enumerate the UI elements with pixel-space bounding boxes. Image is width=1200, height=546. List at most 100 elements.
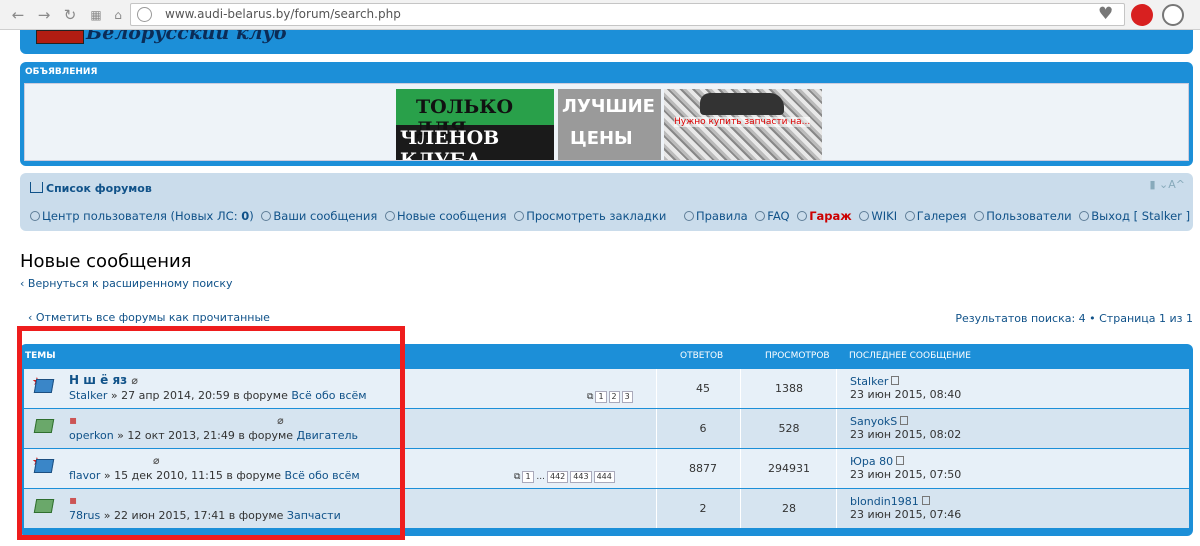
replies-count: 6 xyxy=(699,422,707,435)
bookmark-heart-icon[interactable]: ♥ xyxy=(1098,4,1113,24)
last-post-date: 23 июн 2015, 07:46 xyxy=(850,508,962,521)
view-latest-post-icon[interactable] xyxy=(896,456,905,465)
last-post-author[interactable]: blondin1981 xyxy=(850,495,919,508)
faq-label: FAQ xyxy=(767,209,790,223)
banner-text: ЛУЧШИЕ xyxy=(562,96,655,117)
last-post-author[interactable]: Stalker xyxy=(850,375,888,388)
members-only-banner[interactable]: ТОЛЬКО ДЛЯ ЧЛЕНОВ КЛУБА xyxy=(396,89,554,160)
wrench-icon xyxy=(797,211,808,221)
faq-link[interactable]: FAQ xyxy=(755,209,790,223)
last-post: SanyokS 23 июн 2015, 08:02 xyxy=(850,415,961,441)
club-title: Белорусский клуб xyxy=(86,30,288,44)
extension-icon[interactable] xyxy=(1162,4,1184,26)
banner-text: ЧЛЕНОВ КЛУБА xyxy=(400,127,500,160)
power-icon xyxy=(1079,211,1090,221)
pages-ellipsis: ... xyxy=(536,472,545,482)
breadcrumb[interactable]: Список форумов xyxy=(30,181,152,195)
logout-link[interactable]: Выход [ Stalker ] xyxy=(1079,209,1190,223)
your-posts-link[interactable]: Ваши сообщения xyxy=(261,209,377,223)
banner-text: Нужно купить запчасти на... xyxy=(674,117,811,127)
rules-link[interactable]: Правила xyxy=(683,209,748,223)
browser-toolbar: ← → ↻ ▦ ⌂ www.audi-belarus.by/forum/sear… xyxy=(0,0,1200,30)
page-link[interactable]: 1 xyxy=(595,391,607,403)
document-icon xyxy=(384,211,395,221)
bookmarks-label: Просмотреть закладки xyxy=(526,209,667,223)
page-link[interactable]: 1 xyxy=(522,471,534,483)
last-post-date: 23 июн 2015, 07:50 xyxy=(850,468,962,481)
replies-count: 2 xyxy=(699,502,707,515)
rules-label: Правила xyxy=(695,209,748,223)
question-icon xyxy=(755,211,766,221)
nav-panel: Список форумов ▮ ⌄A^ Центр пользователя … xyxy=(20,173,1193,231)
gallery-label: Галерея xyxy=(916,209,967,223)
users-label: Пользователи xyxy=(986,209,1072,223)
best-prices-banner[interactable]: ЛУЧШИЕ ЦЕНЫ xyxy=(558,89,661,160)
home-icon[interactable]: ⌂ xyxy=(108,5,128,25)
col-last-post: ПОСЛЕДНЕЕ СООБЩЕНИЕ xyxy=(849,351,971,361)
mark-all-read-link[interactable]: ‹ Отметить все форумы как прочитанные xyxy=(28,311,270,324)
car-image xyxy=(700,93,784,115)
view-latest-post-icon[interactable] xyxy=(921,496,930,505)
forward-arrow-icon[interactable]: → xyxy=(34,5,54,25)
adblock-icon[interactable] xyxy=(1131,4,1153,26)
nav-links: Центр пользователя (Новых ЛС: 0) Ваши со… xyxy=(30,209,1194,223)
views-count: 294931 xyxy=(768,462,810,475)
wiki-link[interactable]: WIKI xyxy=(859,209,897,223)
highlight-annotation-box xyxy=(17,326,405,540)
page-link[interactable]: 444 xyxy=(593,471,615,483)
url-text: www.audi-belarus.by/forum/search.php xyxy=(165,7,401,21)
magnifier-icon xyxy=(859,211,870,221)
users-link[interactable]: Пользователи xyxy=(974,209,1072,223)
breadcrumb-label: Список форумов xyxy=(46,182,152,195)
home-icon xyxy=(30,182,43,193)
garage-link[interactable]: Гараж xyxy=(797,209,852,223)
reload-icon[interactable]: ↻ xyxy=(60,5,80,25)
page-title: Новые сообщения xyxy=(20,251,192,272)
announcements-body: ТОЛЬКО ДЛЯ ЧЛЕНОВ КЛУБА ЛУЧШИЕ ЦЕНЫ Нужн… xyxy=(24,83,1189,161)
new-posts-link[interactable]: Новые сообщения xyxy=(384,209,507,223)
users-icon xyxy=(974,211,985,221)
page-link[interactable]: 443 xyxy=(570,471,592,483)
back-arrow-icon[interactable]: ← xyxy=(8,5,28,25)
back-to-search-link[interactable]: ‹ Вернуться к расширенному поиску xyxy=(20,277,233,290)
info-icon xyxy=(683,211,694,221)
logout-label: Выход [ Stalker ] xyxy=(1091,209,1191,223)
user-center-link[interactable]: Центр пользователя (Новых ЛС: 0) xyxy=(30,209,254,223)
audi-logo[interactable] xyxy=(36,30,84,44)
view-latest-post-icon[interactable] xyxy=(891,376,900,385)
replies-count: 8877 xyxy=(689,462,717,475)
user-center-label: Центр пользователя (Новых ЛС: xyxy=(42,209,242,223)
page-link[interactable]: 442 xyxy=(547,471,569,483)
pages-icon: ⧉ xyxy=(514,472,521,482)
replies-count: 45 xyxy=(696,382,710,395)
col-views: ПРОСМОТРОВ xyxy=(765,351,830,361)
last-post-date: 23 июн 2015, 08:40 xyxy=(850,388,962,401)
last-post-date: 23 июн 2015, 08:02 xyxy=(850,428,962,441)
last-post-author[interactable]: SanyokS xyxy=(850,415,897,428)
announcements-panel: ОБЪЯВЛЕНИЯ ТОЛЬКО ДЛЯ ЧЛЕНОВ КЛУБА ЛУЧШИ… xyxy=(20,62,1193,166)
topic-pages: ⧉ 1 ... 442 443 444 xyxy=(514,471,615,483)
gallery-link[interactable]: Галерея xyxy=(904,209,967,223)
new-posts-label: Новые сообщения xyxy=(396,209,507,223)
user-icon xyxy=(30,211,40,221)
page-link[interactable]: 2 xyxy=(608,391,620,403)
views-count: 28 xyxy=(782,502,796,515)
last-post-author[interactable]: Юра 80 xyxy=(850,455,893,468)
parts-banner[interactable]: Нужно купить запчасти на... xyxy=(664,89,822,160)
wiki-label: WIKI xyxy=(871,209,898,223)
col-replies: ОТВЕТОВ xyxy=(680,351,724,361)
address-bar[interactable]: www.audi-belarus.by/forum/search.php xyxy=(130,3,1125,26)
bookmarks-link[interactable]: Просмотреть закладки xyxy=(514,209,666,223)
apps-grid-icon[interactable]: ▦ xyxy=(86,5,106,25)
forum-header: Белорусский клуб xyxy=(20,30,1193,54)
font-size-tools[interactable]: ▮ ⌄A^ xyxy=(1149,178,1185,191)
search-results-count: Результатов поиска: 4 • Страница 1 из 1 xyxy=(955,312,1193,325)
page-link[interactable]: 3 xyxy=(621,391,633,403)
last-post: Юра 80 23 июн 2015, 07:50 xyxy=(850,455,961,481)
eye-icon xyxy=(904,211,915,221)
banner-text: ЦЕНЫ xyxy=(570,128,633,149)
checkmark-icon xyxy=(261,211,272,221)
font-tools-label: A^ xyxy=(1168,178,1185,191)
view-latest-post-icon[interactable] xyxy=(900,416,909,425)
views-count: 528 xyxy=(778,422,800,435)
